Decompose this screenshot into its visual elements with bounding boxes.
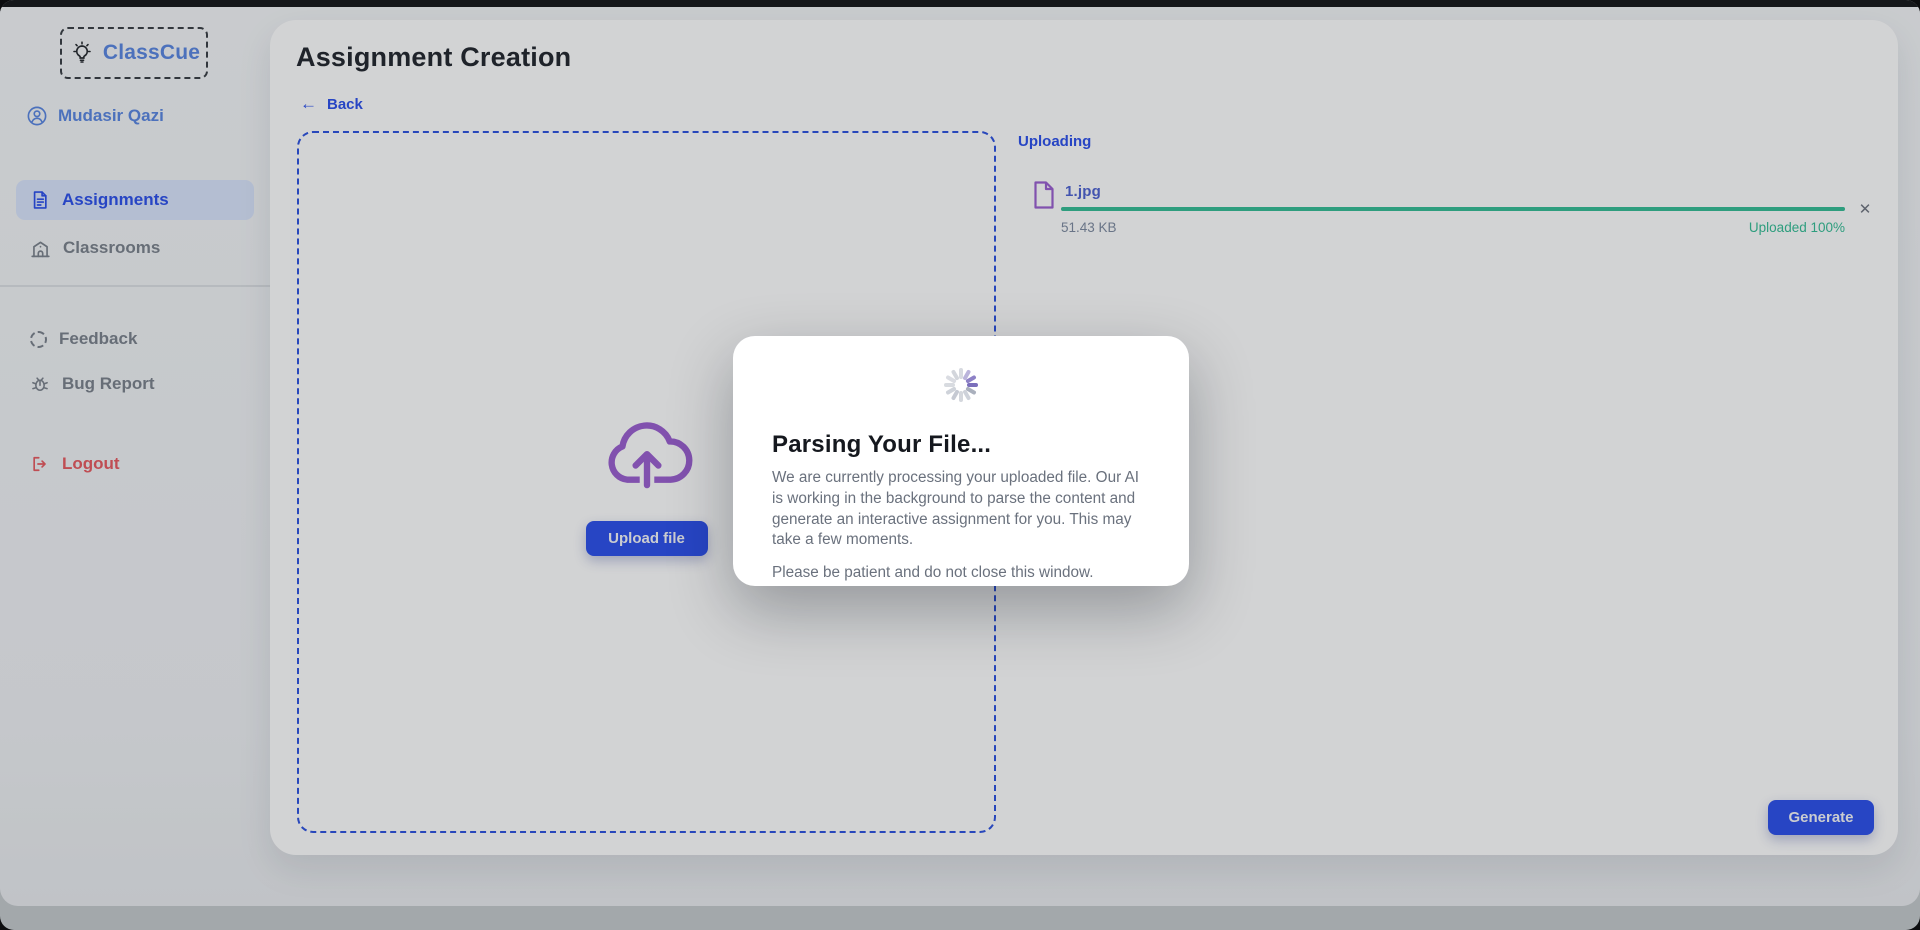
parsing-modal: Parsing Your File... We are currently pr… [733, 336, 1189, 586]
modal-title: Parsing Your File... [772, 431, 1150, 459]
modal-body-text: We are currently processing your uploade… [772, 468, 1154, 551]
modal-note-text: Please be patient and do not close this … [772, 564, 1150, 582]
browser-viewport: ClassCue Mudasir Qazi [0, 0, 1920, 930]
loading-spinner-icon [939, 363, 983, 407]
